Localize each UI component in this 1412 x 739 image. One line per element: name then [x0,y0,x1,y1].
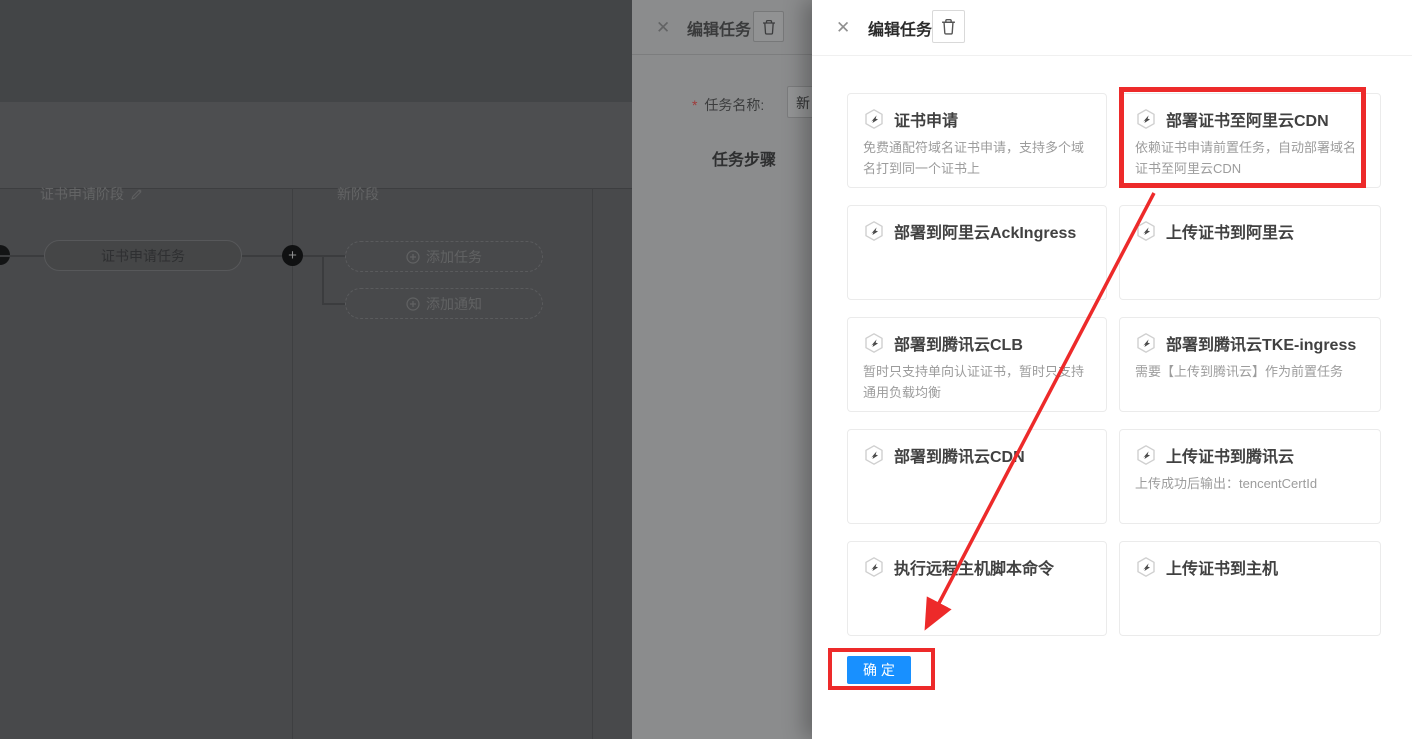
close-icon[interactable]: ✕ [656,18,670,38]
hexagon-plugin-icon [1135,108,1157,130]
connector-line [322,303,345,305]
task-card[interactable]: 上传证书到阿里云 [1119,205,1381,300]
task-card-header: 部署到腾讯云TKE-ingress [1135,331,1365,355]
plus-icon: + [288,248,297,263]
task-card-description: 免费通配符域名证书申请，支持多个域名打到同一个证书上 [863,138,1091,180]
task-card-title: 部署到阿里云AckIngress [894,219,1076,243]
add-task-label: 添加任务 [426,247,482,267]
hexagon-plugin-icon [1135,220,1157,242]
circle-plus-icon [406,250,420,264]
task-card-header: 部署到腾讯云CLB [863,331,1091,355]
task-node-cert-apply[interactable]: 证书申请任务 [44,240,242,271]
task-card-title: 部署到腾讯云CLB [894,331,1023,355]
stage-title-cert-apply: 证书申请阶段 [40,184,143,204]
close-icon[interactable]: ✕ [836,18,850,38]
task-name-label-text: 任务名称: [704,97,764,113]
task-card-grid: 证书申请 免费通配符域名证书申请，支持多个域名打到同一个证书上 部署证书至阿里云… [847,93,1381,636]
connector-line [303,255,322,257]
task-card-title: 部署证书至阿里云CDN [1166,107,1329,131]
task-card-title: 部署到腾讯云CDN [894,443,1025,467]
stage-title-new: 新阶段 [337,184,379,204]
task-card-title: 上传证书到阿里云 [1166,219,1294,243]
task-card-title: 执行远程主机脚本命令 [894,555,1054,579]
task-card-header: 上传证书到阿里云 [1135,219,1365,243]
hexagon-plugin-icon [863,556,885,578]
pencil-icon[interactable] [130,188,143,201]
connector-line [322,255,324,304]
task-card-title: 证书申请 [894,107,958,131]
task-card[interactable]: 部署到腾讯云CLB 暂时只支持单向认证证书，暂时只支持通用负载均衡 [847,317,1107,412]
drawer-title: 编辑任务 [868,16,932,40]
stage-title-text: 新阶段 [337,184,379,204]
task-card[interactable]: 部署到腾讯云TKE-ingress 需要【上传到腾讯云】作为前置任务 [1119,317,1381,412]
task-steps-heading: 任务步骤 [712,146,776,170]
task-card-header: 上传证书到腾讯云 [1135,443,1365,467]
task-card-description: 暂时只支持单向认证证书，暂时只支持通用负载均衡 [863,362,1091,404]
task-card-title: 部署到腾讯云TKE-ingress [1166,331,1356,355]
task-card-description: 需要【上传到腾讯云】作为前置任务 [1135,362,1365,383]
task-card-header: 部署到腾讯云CDN [863,443,1091,467]
confirm-button[interactable]: 确 定 [847,656,911,684]
hexagon-plugin-icon [863,444,885,466]
task-card-title: 上传证书到腾讯云 [1166,443,1294,467]
task-card[interactable]: 部署证书至阿里云CDN 依赖证书申请前置任务，自动部署域名证书至阿里云CDN [1119,93,1381,188]
delete-task-button[interactable] [932,10,965,43]
trash-icon [762,19,776,35]
task-card-header: 部署证书至阿里云CDN [1135,107,1365,131]
add-notify-button[interactable]: 添加通知 [345,288,543,319]
delete-task-button[interactable] [753,11,784,42]
task-card-description: 上传成功后输出：tencentCertId [1135,474,1365,495]
required-mark: * [692,97,697,113]
hexagon-plugin-icon [1135,556,1157,578]
task-card-header: 证书申请 [863,107,1091,131]
connector-line [242,255,283,257]
hexagon-plugin-icon [1135,332,1157,354]
task-card[interactable]: 部署到腾讯云CDN [847,429,1107,524]
trash-icon [941,18,956,35]
task-card-header: 上传证书到主机 [1135,555,1365,579]
task-card-title: 上传证书到主机 [1166,555,1278,579]
hexagon-plugin-icon [863,220,885,242]
app-screen: 证书申请阶段 新阶段 证书申请任务 + 添加任务 [0,0,1412,739]
connector-line [0,255,44,257]
task-card-header: 部署到阿里云AckIngress [863,219,1091,243]
drawer-title: 编辑任务 [687,16,751,40]
task-node-label: 证书申请任务 [101,246,185,266]
task-name-label: * 任务名称: [692,95,764,115]
add-stage-plus-button[interactable]: + [282,245,303,266]
hexagon-plugin-icon [863,108,885,130]
stage-title-text: 证书申请阶段 [40,184,124,204]
task-card-header: 执行远程主机脚本命令 [863,555,1091,579]
task-card[interactable]: 上传证书到腾讯云 上传成功后输出：tencentCertId [1119,429,1381,524]
stage-column-divider [592,188,593,739]
hexagon-plugin-icon [1135,444,1157,466]
task-card[interactable]: 执行远程主机脚本命令 [847,541,1107,636]
task-card[interactable]: 部署到阿里云AckIngress [847,205,1107,300]
edit-task-drawer: ✕ 编辑任务 证书申请 免费通配符域名证书申请，支持多个域名打到同一个证书上 部… [812,0,1412,739]
task-card[interactable]: 证书申请 免费通配符域名证书申请，支持多个域名打到同一个证书上 [847,93,1107,188]
task-card[interactable]: 上传证书到主机 [1119,541,1381,636]
add-task-button[interactable]: 添加任务 [345,241,543,272]
hexagon-plugin-icon [863,332,885,354]
circle-plus-icon [406,297,420,311]
add-notify-label: 添加通知 [426,294,482,314]
connector-line [322,255,345,257]
stage-column-divider [292,188,293,739]
task-card-description: 依赖证书申请前置任务，自动部署域名证书至阿里云CDN [1135,138,1365,180]
